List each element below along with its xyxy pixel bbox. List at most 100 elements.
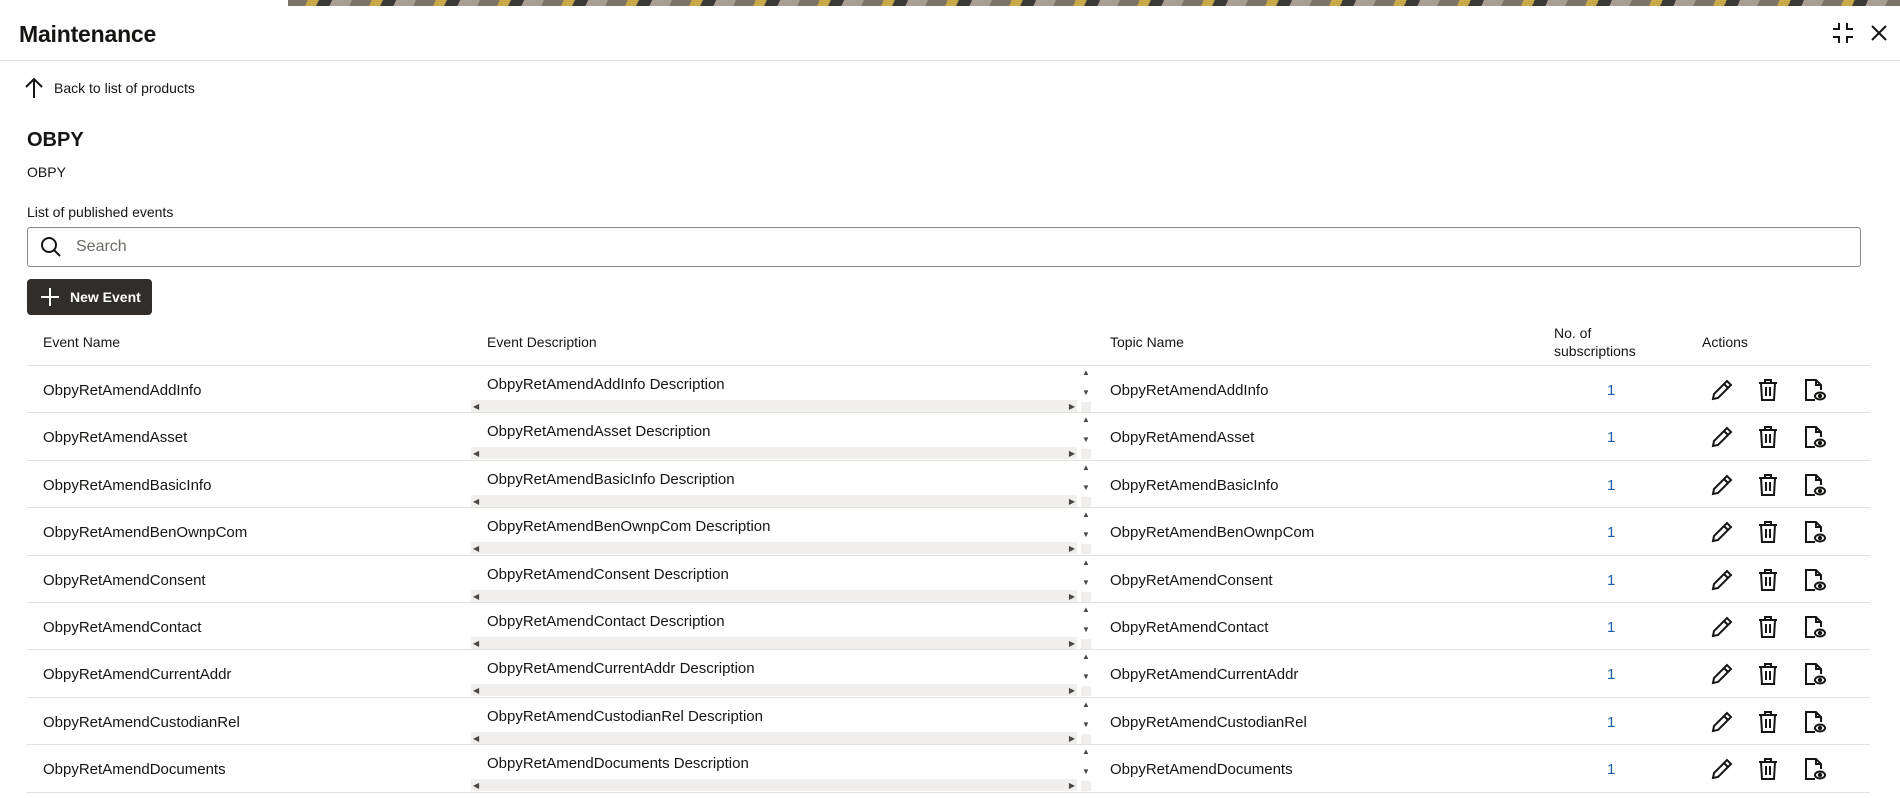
document-view-icon[interactable] xyxy=(1801,424,1827,450)
scroll-left-icon[interactable]: ◀ xyxy=(473,734,479,743)
horizontal-scrollbar[interactable]: ◀ ▶ xyxy=(471,684,1077,697)
resize-corner[interactable] xyxy=(1081,781,1091,792)
document-view-icon[interactable] xyxy=(1801,661,1827,687)
horizontal-scrollbar[interactable]: ◀ ▶ xyxy=(471,779,1077,792)
pencil-icon[interactable] xyxy=(1709,472,1735,498)
horizontal-scrollbar[interactable]: ◀ ▶ xyxy=(471,494,1077,507)
pencil-icon[interactable] xyxy=(1709,614,1735,640)
vertical-scrollbar[interactable]: ▲ ▼ xyxy=(1079,415,1093,460)
trash-icon[interactable] xyxy=(1755,424,1781,450)
scroll-up-icon[interactable]: ▲ xyxy=(1082,605,1090,614)
document-view-icon[interactable] xyxy=(1801,472,1827,498)
horizontal-scrollbar[interactable]: ◀ ▶ xyxy=(471,731,1077,744)
scroll-up-icon[interactable]: ▲ xyxy=(1082,558,1090,567)
subscriptions-count-link[interactable]: 1 xyxy=(1607,761,1615,778)
pencil-icon[interactable] xyxy=(1709,567,1735,593)
event-description-textarea[interactable]: ObpyRetAmendCurrentAddr Description ◀ ▶ … xyxy=(471,652,1093,697)
resize-corner[interactable] xyxy=(1081,402,1091,412)
event-description-textarea[interactable]: ObpyRetAmendContact Description ◀ ▶ ▲ ▼ xyxy=(471,604,1093,649)
collapse-icon[interactable] xyxy=(1830,20,1856,46)
scroll-down-icon[interactable]: ▼ xyxy=(1082,388,1090,397)
subscriptions-count-link[interactable]: 1 xyxy=(1607,429,1615,446)
trash-icon[interactable] xyxy=(1755,614,1781,640)
scroll-left-icon[interactable]: ◀ xyxy=(473,686,479,695)
horizontal-scrollbar[interactable]: ◀ ▶ xyxy=(471,400,1077,412)
pencil-icon[interactable] xyxy=(1709,709,1735,735)
scroll-left-icon[interactable]: ◀ xyxy=(473,639,479,648)
trash-icon[interactable] xyxy=(1755,709,1781,735)
scroll-down-icon[interactable]: ▼ xyxy=(1082,720,1090,729)
subscriptions-count-link[interactable]: 1 xyxy=(1607,666,1615,683)
event-description-textarea[interactable]: ObpyRetAmendConsent Description ◀ ▶ ▲ ▼ xyxy=(471,557,1093,602)
horizontal-scrollbar[interactable]: ◀ ▶ xyxy=(471,447,1077,460)
event-description-textarea[interactable]: ObpyRetAmendBasicInfo Description ◀ ▶ ▲ … xyxy=(471,462,1093,507)
trash-icon[interactable] xyxy=(1755,519,1781,545)
pencil-icon[interactable] xyxy=(1709,519,1735,545)
document-view-icon[interactable] xyxy=(1801,709,1827,735)
event-description-textarea[interactable]: ObpyRetAmendBenOwnpCom Description ◀ ▶ ▲… xyxy=(471,510,1093,555)
subscriptions-count-link[interactable]: 1 xyxy=(1607,619,1615,636)
scroll-left-icon[interactable]: ◀ xyxy=(473,544,479,553)
scroll-down-icon[interactable]: ▼ xyxy=(1082,578,1090,587)
scroll-up-icon[interactable]: ▲ xyxy=(1082,368,1090,377)
pencil-icon[interactable] xyxy=(1709,424,1735,450)
scroll-right-icon[interactable]: ▶ xyxy=(1069,639,1075,648)
vertical-scrollbar[interactable]: ▲ ▼ xyxy=(1079,462,1093,507)
scroll-down-icon[interactable]: ▼ xyxy=(1082,483,1090,492)
horizontal-scrollbar[interactable]: ◀ ▶ xyxy=(471,589,1077,602)
resize-corner[interactable] xyxy=(1081,449,1091,460)
scroll-left-icon[interactable]: ◀ xyxy=(473,592,479,601)
subscriptions-count-link[interactable]: 1 xyxy=(1607,714,1615,731)
subscriptions-count-link[interactable]: 1 xyxy=(1607,524,1615,541)
event-description-textarea[interactable]: ObpyRetAmendCustodianRel Description ◀ ▶… xyxy=(471,699,1093,744)
horizontal-scrollbar[interactable]: ◀ ▶ xyxy=(471,636,1077,649)
scroll-down-icon[interactable]: ▼ xyxy=(1082,435,1090,444)
event-description-textarea[interactable]: ObpyRetAmendDocuments Description ◀ ▶ ▲ … xyxy=(471,747,1093,792)
subscriptions-count-link[interactable]: 1 xyxy=(1607,572,1615,589)
scroll-right-icon[interactable]: ▶ xyxy=(1069,544,1075,553)
trash-icon[interactable] xyxy=(1755,377,1781,403)
scroll-down-icon[interactable]: ▼ xyxy=(1082,530,1090,539)
subscriptions-count-link[interactable]: 1 xyxy=(1607,382,1615,399)
scroll-down-icon[interactable]: ▼ xyxy=(1082,672,1090,681)
search-field[interactable] xyxy=(27,227,1861,267)
vertical-scrollbar[interactable]: ▲ ▼ xyxy=(1079,557,1093,602)
trash-icon[interactable] xyxy=(1755,472,1781,498)
scroll-right-icon[interactable]: ▶ xyxy=(1069,402,1075,411)
scroll-up-icon[interactable]: ▲ xyxy=(1082,463,1090,472)
trash-icon[interactable] xyxy=(1755,567,1781,593)
vertical-scrollbar[interactable]: ▲ ▼ xyxy=(1079,747,1093,792)
event-description-textarea[interactable]: ObpyRetAmendAsset Description ◀ ▶ ▲ ▼ xyxy=(471,415,1093,460)
resize-corner[interactable] xyxy=(1081,686,1091,697)
resize-corner[interactable] xyxy=(1081,496,1091,507)
new-event-button[interactable]: New Event xyxy=(27,279,152,315)
vertical-scrollbar[interactable]: ▲ ▼ xyxy=(1079,652,1093,697)
document-view-icon[interactable] xyxy=(1801,567,1827,593)
horizontal-scrollbar[interactable]: ◀ ▶ xyxy=(471,542,1077,555)
vertical-scrollbar[interactable]: ▲ ▼ xyxy=(1079,604,1093,649)
trash-icon[interactable] xyxy=(1755,756,1781,782)
document-view-icon[interactable] xyxy=(1801,614,1827,640)
resize-corner[interactable] xyxy=(1081,591,1091,602)
vertical-scrollbar[interactable]: ▲ ▼ xyxy=(1079,510,1093,555)
vertical-scrollbar[interactable]: ▲ ▼ xyxy=(1079,368,1093,412)
scroll-down-icon[interactable]: ▼ xyxy=(1082,625,1090,634)
pencil-icon[interactable] xyxy=(1709,661,1735,687)
scroll-up-icon[interactable]: ▲ xyxy=(1082,700,1090,709)
scroll-right-icon[interactable]: ▶ xyxy=(1069,497,1075,506)
document-view-icon[interactable] xyxy=(1801,377,1827,403)
scroll-right-icon[interactable]: ▶ xyxy=(1069,449,1075,458)
resize-corner[interactable] xyxy=(1081,638,1091,649)
scroll-left-icon[interactable]: ◀ xyxy=(473,497,479,506)
event-description-textarea[interactable]: ObpyRetAmendAddInfo Description ◀ ▶ ▲ ▼ xyxy=(471,368,1093,412)
scroll-up-icon[interactable]: ▲ xyxy=(1082,747,1090,756)
close-icon[interactable] xyxy=(1866,20,1892,46)
scroll-left-icon[interactable]: ◀ xyxy=(473,449,479,458)
back-to-products-link[interactable]: Back to list of products xyxy=(24,76,195,100)
scroll-left-icon[interactable]: ◀ xyxy=(473,402,479,411)
document-view-icon[interactable] xyxy=(1801,519,1827,545)
scroll-right-icon[interactable]: ▶ xyxy=(1069,781,1075,790)
scroll-right-icon[interactable]: ▶ xyxy=(1069,592,1075,601)
resize-corner[interactable] xyxy=(1081,733,1091,744)
scroll-up-icon[interactable]: ▲ xyxy=(1082,652,1090,661)
